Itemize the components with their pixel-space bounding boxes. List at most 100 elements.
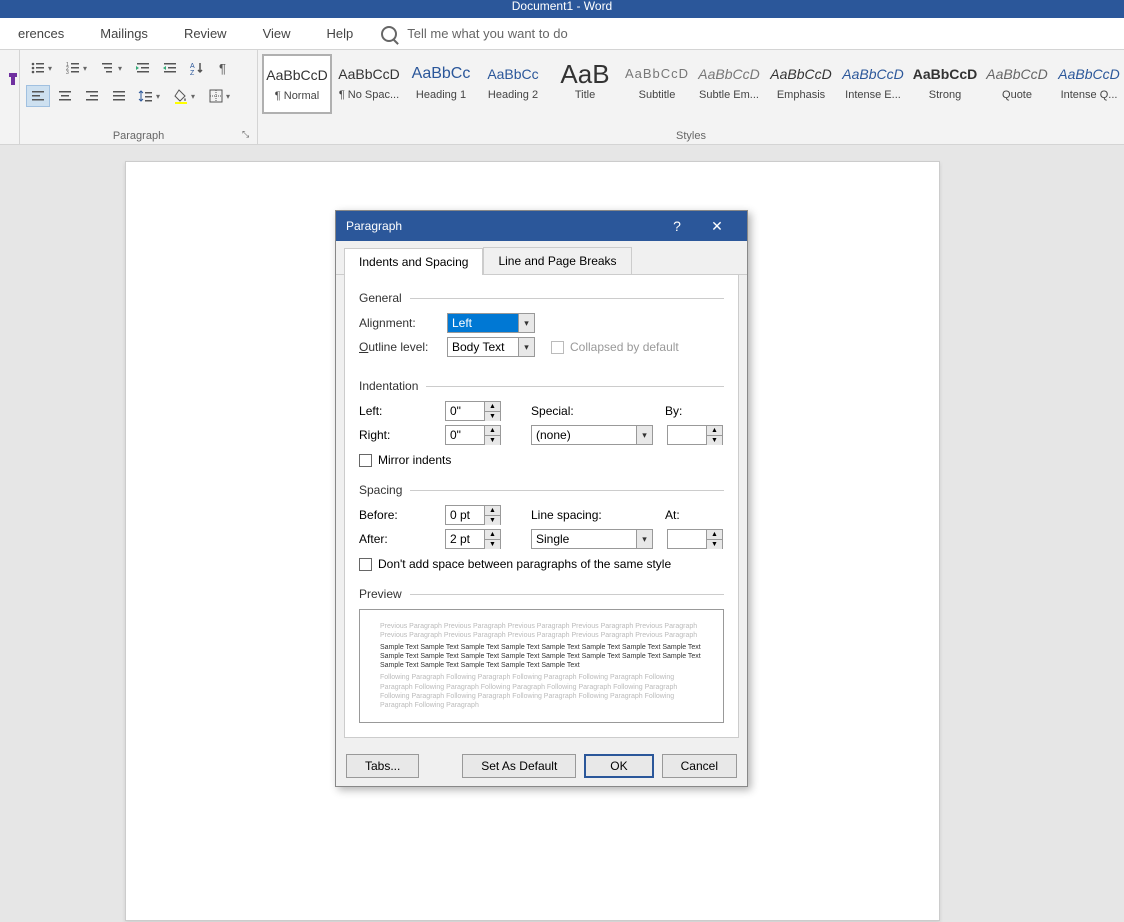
style-item-intense-q-[interactable]: AaBbCcDIntense Q... (1054, 54, 1124, 114)
style-item-strong[interactable]: AaBbCcDStrong (910, 54, 980, 114)
indent-left-spinner[interactable]: ▲▼ (445, 401, 501, 421)
preview-following: Following Paragraph Following Paragraph … (380, 673, 703, 709)
style-name: Title (551, 89, 619, 101)
special-select[interactable]: (none)▾ (531, 425, 653, 445)
style-item-heading-2[interactable]: AaBbCcHeading 2 (478, 54, 548, 114)
style-preview: AaBbCcD (623, 59, 691, 89)
dont-add-space-label: Don't add space between paragraphs of th… (378, 557, 671, 571)
indent-right-input[interactable] (446, 426, 484, 444)
spin-up-icon[interactable]: ▲ (485, 506, 500, 516)
ribbon-tabs: erences Mailings Review View Help Tell m… (0, 18, 1124, 50)
shading-button[interactable]: ▾ (169, 85, 201, 107)
tab-indents-spacing[interactable]: Indents and Spacing (344, 248, 483, 275)
paragraph-launcher-icon[interactable]: ⤡ (242, 129, 254, 141)
multilevel-list-button[interactable]: ▾ (96, 57, 128, 79)
style-item--no-spac-[interactable]: AaBbCcD¶ No Spac... (334, 54, 404, 114)
style-item-intense-e-[interactable]: AaBbCcDIntense E... (838, 54, 908, 114)
line-spacing-button[interactable]: ▾ (134, 85, 166, 107)
indent-left-input[interactable] (446, 402, 484, 420)
style-item-title[interactable]: AaBTitle (550, 54, 620, 114)
line-spacing-select[interactable]: Single▾ (531, 529, 653, 549)
section-general: General (359, 291, 724, 305)
spin-down-icon[interactable]: ▼ (707, 540, 722, 549)
before-input[interactable] (446, 506, 484, 524)
spin-up-icon[interactable]: ▲ (707, 530, 722, 540)
spin-down-icon[interactable]: ▼ (485, 540, 500, 549)
spin-up-icon[interactable]: ▲ (485, 402, 500, 412)
tab-mailings[interactable]: Mailings (82, 18, 166, 50)
preview-box: Previous Paragraph Previous Paragraph Pr… (359, 609, 724, 723)
set-as-default-button[interactable]: Set As Default (462, 754, 576, 778)
before-label: Before: (359, 508, 437, 522)
by-label: By: (665, 404, 713, 418)
align-center-button[interactable] (53, 85, 77, 107)
ok-button[interactable]: OK (584, 754, 653, 778)
svg-text:A: A (190, 63, 195, 70)
svg-text:3: 3 (66, 70, 69, 76)
spin-up-icon[interactable]: ▲ (485, 426, 500, 436)
style-item-subtle-em-[interactable]: AaBbCcDSubtle Em... (694, 54, 764, 114)
style-item-heading-1[interactable]: AaBbCcHeading 1 (406, 54, 476, 114)
bullets-button[interactable]: ▾ (26, 57, 58, 79)
justify-button[interactable] (107, 85, 131, 107)
spin-down-icon[interactable]: ▼ (485, 436, 500, 445)
by-spinner[interactable]: ▲▼ (667, 425, 723, 445)
spin-down-icon[interactable]: ▼ (707, 436, 722, 445)
outline-level-label: Outline level: (359, 340, 437, 354)
spin-up-icon[interactable]: ▲ (485, 530, 500, 540)
spin-down-icon[interactable]: ▼ (485, 516, 500, 525)
align-left-button[interactable] (26, 85, 50, 107)
style-item-quote[interactable]: AaBbCcDQuote (982, 54, 1052, 114)
style-preview: AaBbCc (479, 59, 547, 89)
style-item-emphasis[interactable]: AaBbCcDEmphasis (766, 54, 836, 114)
tab-line-page-breaks[interactable]: Line and Page Breaks (483, 247, 631, 274)
at-input[interactable] (668, 530, 706, 548)
line-spacing-label: Line spacing: (531, 508, 621, 522)
mirror-indents-checkbox[interactable] (359, 454, 372, 467)
tab-review[interactable]: Review (166, 18, 245, 50)
spin-up-icon[interactable]: ▲ (707, 426, 722, 436)
indent-left-label: Left: (359, 404, 437, 418)
at-spinner[interactable]: ▲▼ (667, 529, 723, 549)
tab-help[interactable]: Help (309, 18, 372, 50)
paragraph-dialog: Paragraph ? ✕ Indents and Spacing Line a… (335, 210, 748, 787)
help-button[interactable]: ? (657, 211, 697, 241)
cancel-button[interactable]: Cancel (662, 754, 737, 778)
search-icon (381, 26, 397, 42)
sort-button[interactable]: AZ (185, 57, 209, 79)
tabs-button[interactable]: Tabs... (346, 754, 419, 778)
style-item-subtitle[interactable]: AaBbCcDSubtitle (622, 54, 692, 114)
style-name: ¶ Normal (264, 90, 330, 102)
style-item--normal[interactable]: AaBbCcD¶ Normal (262, 54, 332, 114)
alignment-select[interactable]: Left▾ (447, 313, 535, 333)
decrease-indent-button[interactable] (131, 57, 155, 79)
style-preview: AaBbCcD (839, 59, 907, 89)
after-input[interactable] (446, 530, 484, 548)
style-name: Heading 1 (407, 89, 475, 101)
search-placeholder: Tell me what you want to do (407, 26, 567, 41)
close-button[interactable]: ✕ (697, 211, 737, 241)
align-right-button[interactable] (80, 85, 104, 107)
spin-down-icon[interactable]: ▼ (485, 412, 500, 421)
styles-group-label: Styles (258, 130, 1124, 142)
dialog-titlebar[interactable]: Paragraph ? ✕ (336, 211, 747, 241)
increase-indent-button[interactable] (158, 57, 182, 79)
by-input[interactable] (668, 426, 706, 444)
numbering-button[interactable]: 123▾ (61, 57, 93, 79)
tab-view[interactable]: View (245, 18, 309, 50)
outline-level-select[interactable]: Body Text▾ (447, 337, 535, 357)
style-name: Strong (911, 89, 979, 101)
preview-previous: Previous Paragraph Previous Paragraph Pr… (380, 622, 703, 640)
style-name: Emphasis (767, 89, 835, 101)
special-label: Special: (531, 404, 621, 418)
after-spinner[interactable]: ▲▼ (445, 529, 501, 549)
before-spinner[interactable]: ▲▼ (445, 505, 501, 525)
tell-me-search[interactable]: Tell me what you want to do (381, 26, 567, 42)
indent-right-spinner[interactable]: ▲▼ (445, 425, 501, 445)
borders-button[interactable]: ▾ (204, 85, 236, 107)
show-hide-button[interactable]: ¶ (212, 57, 236, 79)
dialog-title: Paragraph (346, 219, 402, 233)
style-preview: AaBbCc (407, 59, 475, 89)
dont-add-space-checkbox[interactable] (359, 558, 372, 571)
tab-references[interactable]: erences (0, 18, 82, 50)
